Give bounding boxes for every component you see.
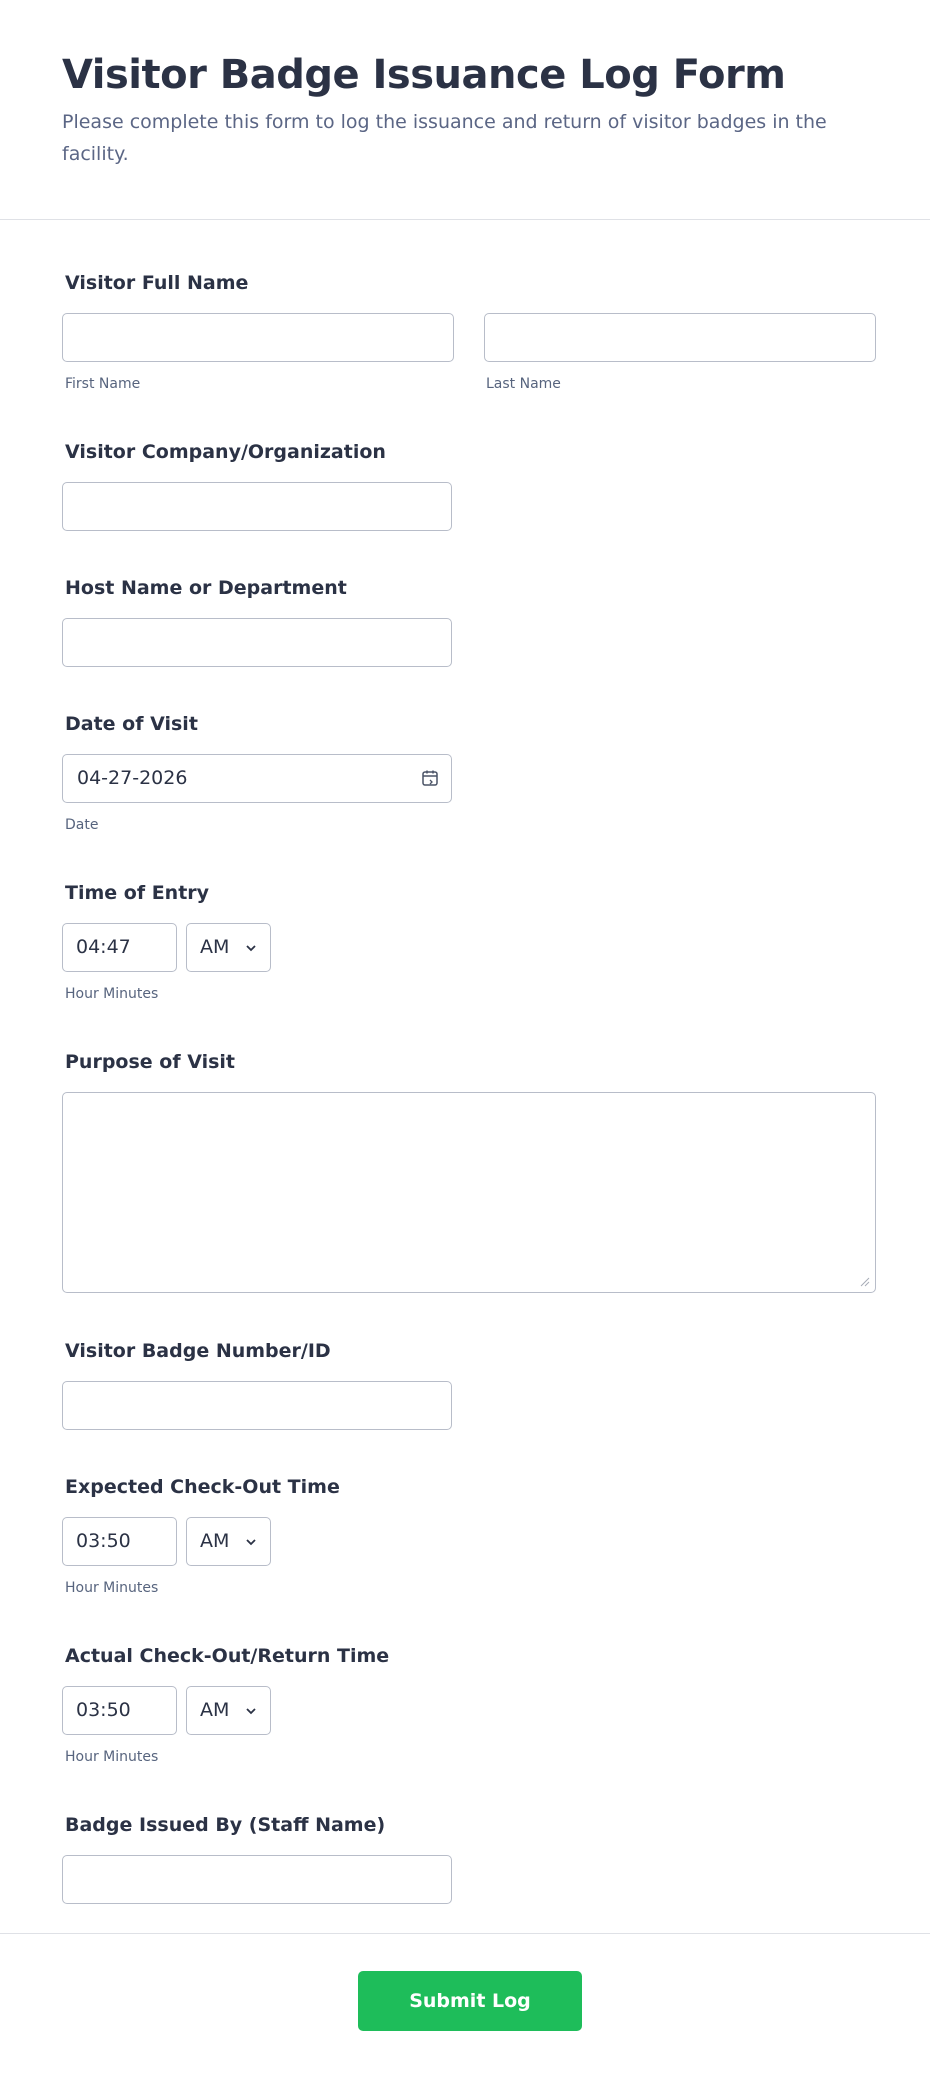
expected-checkout-ampm-value: AM: [200, 1530, 230, 1552]
date-value: 04-27-2026: [77, 767, 188, 789]
page-title: Visitor Badge Issuance Log Form: [62, 52, 786, 98]
entry-time-label: Time of Entry: [65, 882, 210, 904]
last-name-input[interactable]: [484, 313, 876, 362]
date-label: Date of Visit: [65, 713, 198, 735]
form-header: Visitor Badge Issuance Log Form Please c…: [0, 0, 930, 220]
entry-ampm-select[interactable]: AM: [186, 923, 271, 972]
actual-checkout-ampm-select[interactable]: AM: [186, 1686, 271, 1735]
company-label: Visitor Company/Organization: [65, 441, 386, 463]
expected-checkout-sublabel: Hour Minutes: [65, 1580, 159, 1596]
purpose-textarea[interactable]: [62, 1092, 876, 1293]
entry-time-sublabel: Hour Minutes: [65, 986, 159, 1002]
actual-checkout-sublabel: Hour Minutes: [65, 1749, 159, 1765]
badge-id-input[interactable]: [62, 1381, 452, 1430]
chevron-down-icon: [246, 1708, 256, 1715]
last-name-sublabel: Last Name: [486, 376, 561, 392]
purpose-label: Purpose of Visit: [65, 1051, 236, 1073]
page-subtitle: Please complete this form to log the iss…: [62, 111, 827, 165]
badge-id-label: Visitor Badge Number/ID: [65, 1340, 331, 1362]
actual-checkout-time-value: 03:50: [76, 1699, 131, 1721]
date-input[interactable]: 04-27-2026: [62, 754, 452, 803]
host-label: Host Name or Department: [65, 577, 347, 599]
company-input[interactable]: [62, 482, 452, 531]
actual-checkout-ampm-value: AM: [200, 1699, 230, 1721]
visitor-name-label: Visitor Full Name: [65, 272, 249, 294]
first-name-sublabel: First Name: [65, 376, 141, 392]
chevron-down-icon: [246, 945, 256, 952]
chevron-down-icon: [246, 1539, 256, 1546]
resize-handle-icon[interactable]: [860, 1277, 870, 1287]
submit-button[interactable]: Submit Log: [358, 1971, 582, 2031]
expected-checkout-time-value: 03:50: [76, 1530, 131, 1552]
first-name-input[interactable]: [62, 313, 454, 362]
host-input[interactable]: [62, 618, 452, 667]
issued-by-label: Badge Issued By (Staff Name): [65, 1814, 386, 1836]
expected-checkout-ampm-select[interactable]: AM: [186, 1517, 271, 1566]
entry-time-input[interactable]: 04:47: [62, 923, 177, 972]
expected-checkout-time-input[interactable]: 03:50: [62, 1517, 177, 1566]
date-sublabel: Date: [65, 817, 99, 833]
calendar-icon[interactable]: [421, 769, 439, 787]
entry-ampm-value: AM: [200, 936, 230, 958]
issued-by-input[interactable]: [62, 1855, 452, 1904]
entry-time-value: 04:47: [76, 936, 131, 958]
actual-checkout-time-input[interactable]: 03:50: [62, 1686, 177, 1735]
actual-checkout-label: Actual Check-Out/Return Time: [65, 1645, 390, 1667]
expected-checkout-label: Expected Check-Out Time: [65, 1476, 340, 1498]
